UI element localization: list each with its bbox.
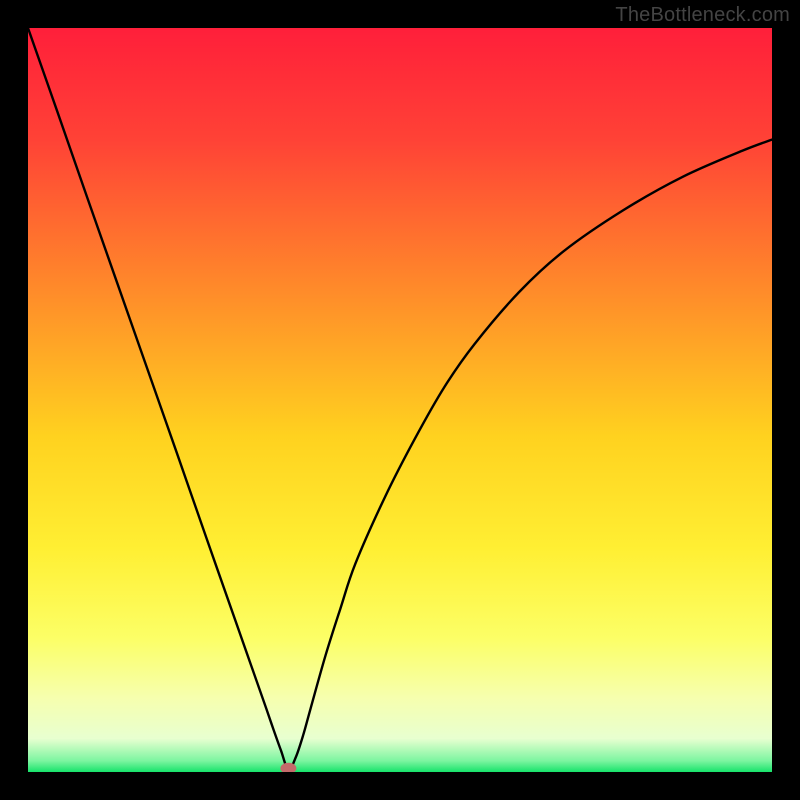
watermark-text: TheBottleneck.com	[615, 4, 790, 27]
chart-frame	[28, 28, 772, 772]
bottleneck-chart	[28, 28, 772, 772]
chart-background	[28, 28, 772, 772]
